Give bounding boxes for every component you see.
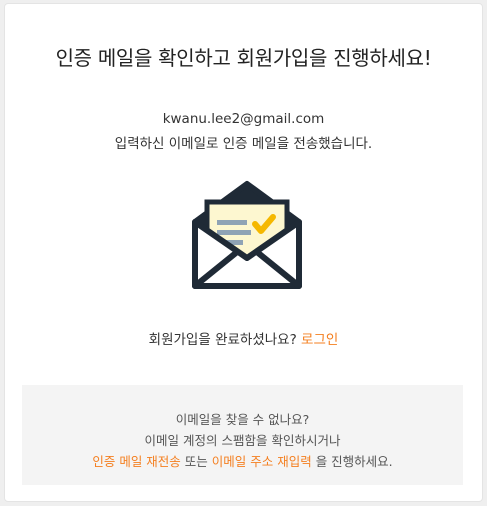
login-prompt-text: 회원가입을 완료하셨나요? (148, 332, 302, 348)
login-link[interactable]: 로그인 (301, 332, 338, 348)
email-address: kwanu.lee2@gmail.com (162, 111, 325, 127)
login-prompt: 회원가입을 완료하셨나요? 로그인 (5, 328, 482, 348)
verification-card: 인증 메일을 확인하고 회원가입을 진행하세요! kwanu.lee2@gmai… (4, 3, 483, 502)
help-line-2: 이메일 계정의 스팸함을 확인하시거나 (144, 433, 341, 448)
help-tail-text: 을 진행하세요. (311, 454, 393, 469)
page-title: 인증 메일을 확인하고 회원가입을 진행하세요! (55, 46, 432, 70)
reenter-email-link[interactable]: 이메일 주소 재입력 (212, 454, 312, 469)
help-box: 이메일을 찾을 수 없나요? 이메일 계정의 스팸함을 확인하시거나 인증 메일… (22, 385, 463, 485)
help-middle-text: 또는 (180, 454, 212, 469)
mail-envelope-icon (192, 181, 302, 289)
sent-message: 입력하신 이메일로 인증 메일을 전송했습니다. (114, 136, 373, 152)
resend-verification-link[interactable]: 인증 메일 재전송 (92, 454, 180, 469)
help-line-3: 인증 메일 재전송 또는 이메일 주소 재입력 을 진행하세요. (22, 451, 463, 470)
help-line-1: 이메일을 찾을 수 없나요? (175, 412, 310, 427)
